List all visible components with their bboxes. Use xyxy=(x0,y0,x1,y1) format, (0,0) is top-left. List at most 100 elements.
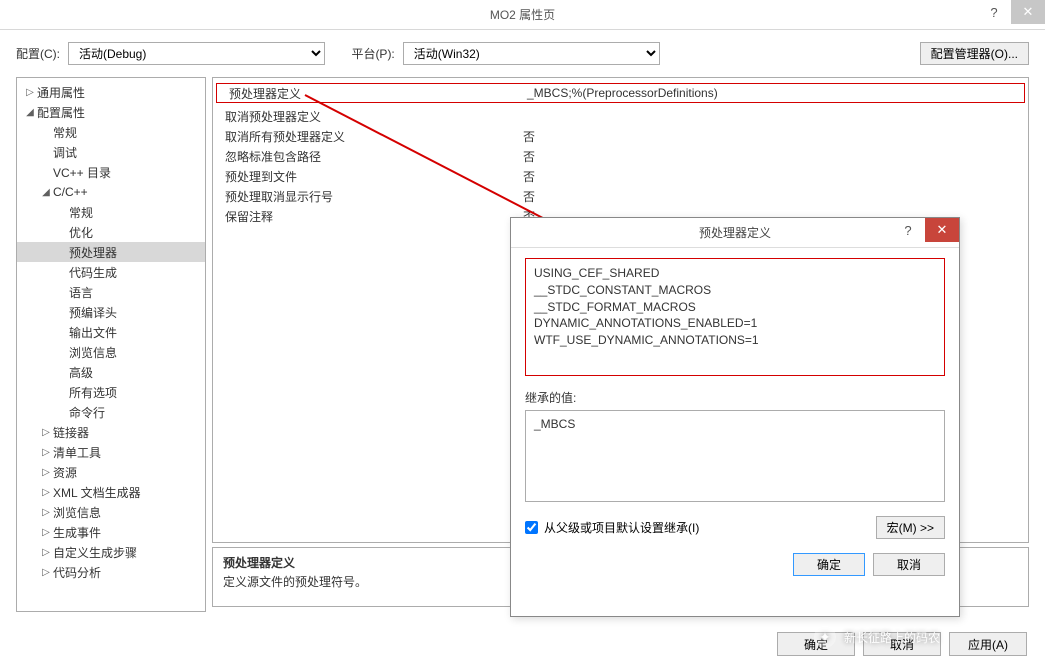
tree-item[interactable]: ▷资源 xyxy=(17,462,205,482)
grid-key: 忽略标准包含路径 xyxy=(213,148,523,165)
tree-item[interactable]: ▷XML 文档生成器 xyxy=(17,482,205,502)
tree-item-label: 链接器 xyxy=(53,424,89,441)
expand-icon: ▷ xyxy=(39,547,53,558)
tree-item-label: 通用属性 xyxy=(37,84,85,101)
grid-key: 取消所有预处理器定义 xyxy=(213,128,523,145)
tree-item[interactable]: ▷代码分析 xyxy=(17,562,205,582)
tree-item-label: 浏览信息 xyxy=(69,344,117,361)
watermark: ✦ 新长征路上的码农 xyxy=(814,626,940,648)
tree-item-label: 语言 xyxy=(69,284,93,301)
tree-item-label: VC++ 目录 xyxy=(53,164,111,181)
close-button[interactable]: ✕ xyxy=(1011,0,1045,24)
expand-icon: ◢ xyxy=(39,187,53,198)
expand-icon: ▷ xyxy=(39,427,53,438)
config-label: 配置(C): xyxy=(16,45,60,62)
definitions-textarea[interactable] xyxy=(525,258,945,376)
platform-select[interactable]: 活动(Win32) xyxy=(403,42,660,65)
popup-title: 预处理器定义 xyxy=(699,224,771,241)
config-manager-button[interactable]: 配置管理器(O)... xyxy=(920,42,1029,65)
wechat-icon: ✦ xyxy=(814,626,836,648)
grid-row[interactable]: 取消预处理器定义 xyxy=(213,106,1028,126)
grid-row[interactable]: 预处理器定义_MBCS;%(PreprocessorDefinitions) xyxy=(216,83,1025,103)
grid-row[interactable]: 预处理取消显示行号否 xyxy=(213,186,1028,206)
tree-item[interactable]: VC++ 目录 xyxy=(17,162,205,182)
expand-icon: ▷ xyxy=(39,467,53,478)
tree-item-label: 所有选项 xyxy=(69,384,117,401)
tree-item[interactable]: 浏览信息 xyxy=(17,342,205,362)
tree-item[interactable]: 常规 xyxy=(17,202,205,222)
tree-item[interactable]: 常规 xyxy=(17,122,205,142)
grid-value: 否 xyxy=(523,148,1028,165)
expand-icon: ▷ xyxy=(39,487,53,498)
popup-help-button[interactable]: ? xyxy=(891,218,925,242)
tree-item[interactable]: ▷生成事件 xyxy=(17,522,205,542)
tree-item[interactable]: 命令行 xyxy=(17,402,205,422)
tree-item[interactable]: ▷浏览信息 xyxy=(17,502,205,522)
expand-icon: ▷ xyxy=(39,527,53,538)
tree-item[interactable]: 调试 xyxy=(17,142,205,162)
grid-row[interactable]: 预处理到文件否 xyxy=(213,166,1028,186)
grid-value: 否 xyxy=(523,128,1028,145)
tree-item[interactable]: ▷自定义生成步骤 xyxy=(17,542,205,562)
popup-ok-button[interactable]: 确定 xyxy=(793,553,865,576)
expand-icon: ▷ xyxy=(39,567,53,578)
preprocessor-popup: 预处理器定义 ? ✕ 继承的值: _MBCS 从父级或项目默认设置继承(I) 宏… xyxy=(510,217,960,617)
tree-item-label: 高级 xyxy=(69,364,93,381)
config-select[interactable]: 活动(Debug) xyxy=(68,42,325,65)
grid-row[interactable]: 取消所有预处理器定义否 xyxy=(213,126,1028,146)
expand-icon: ▷ xyxy=(39,447,53,458)
tree-item-label: 自定义生成步骤 xyxy=(53,544,137,561)
tree-item[interactable]: ◢C/C++ xyxy=(17,182,205,202)
tree-item-label: 浏览信息 xyxy=(53,504,101,521)
expand-icon: ▷ xyxy=(23,87,37,98)
macro-button[interactable]: 宏(M) >> xyxy=(876,516,945,539)
tree-item-label: 命令行 xyxy=(69,404,105,421)
nav-tree[interactable]: ▷通用属性◢配置属性常规调试VC++ 目录◢C/C++常规优化预处理器代码生成语… xyxy=(16,77,206,612)
apply-button[interactable]: 应用(A) xyxy=(949,632,1027,656)
tree-item[interactable]: 优化 xyxy=(17,222,205,242)
tree-item[interactable]: ◢配置属性 xyxy=(17,102,205,122)
expand-icon: ◢ xyxy=(23,107,37,118)
tree-item-label: 代码生成 xyxy=(69,264,117,281)
tree-item[interactable]: ▷清单工具 xyxy=(17,442,205,462)
tree-item-label: XML 文档生成器 xyxy=(53,484,141,501)
inherit-checkbox-label: 从父级或项目默认设置继承(I) xyxy=(544,519,876,536)
title-bar: MO2 属性页 ? ✕ xyxy=(0,0,1045,30)
popup-cancel-button[interactable]: 取消 xyxy=(873,553,945,576)
window-title: MO2 属性页 xyxy=(490,6,555,23)
grid-key: 取消预处理器定义 xyxy=(213,108,523,125)
grid-key: 预处理取消显示行号 xyxy=(213,188,523,205)
tree-item[interactable]: 预编译头 xyxy=(17,302,205,322)
tree-item[interactable]: 高级 xyxy=(17,362,205,382)
grid-value: 否 xyxy=(523,188,1028,205)
grid-row[interactable]: 忽略标准包含路径否 xyxy=(213,146,1028,166)
grid-value: _MBCS;%(PreprocessorDefinitions) xyxy=(527,86,1024,100)
inherit-checkbox[interactable] xyxy=(525,521,538,534)
tree-item[interactable]: 所有选项 xyxy=(17,382,205,402)
tree-item-label: 代码分析 xyxy=(53,564,101,581)
tree-item[interactable]: ▷通用属性 xyxy=(17,82,205,102)
tree-item[interactable]: 语言 xyxy=(17,282,205,302)
tree-item[interactable]: 输出文件 xyxy=(17,322,205,342)
tree-item-label: 预处理器 xyxy=(69,244,117,261)
tree-item[interactable]: 预处理器 xyxy=(17,242,205,262)
inherited-values-box: _MBCS xyxy=(525,410,945,502)
tree-item-label: 优化 xyxy=(69,224,93,241)
popup-close-button[interactable]: ✕ xyxy=(925,218,959,242)
grid-key: 预处理器定义 xyxy=(217,85,527,102)
help-button[interactable]: ? xyxy=(977,0,1011,24)
tree-item-label: 配置属性 xyxy=(37,104,85,121)
popup-titlebar: 预处理器定义 ? ✕ xyxy=(511,218,959,248)
tree-item-label: C/C++ xyxy=(53,185,88,199)
tree-item-label: 输出文件 xyxy=(69,324,117,341)
config-row: 配置(C): 活动(Debug) 平台(P): 活动(Win32) 配置管理器(… xyxy=(0,30,1045,77)
tree-item[interactable]: 代码生成 xyxy=(17,262,205,282)
grid-key: 预处理到文件 xyxy=(213,168,523,185)
platform-label: 平台(P): xyxy=(351,45,394,62)
tree-item-label: 常规 xyxy=(53,124,77,141)
tree-item-label: 常规 xyxy=(69,204,93,221)
grid-value: 否 xyxy=(523,168,1028,185)
tree-item[interactable]: ▷链接器 xyxy=(17,422,205,442)
tree-item-label: 资源 xyxy=(53,464,77,481)
titlebar-buttons: ? ✕ xyxy=(977,0,1045,24)
